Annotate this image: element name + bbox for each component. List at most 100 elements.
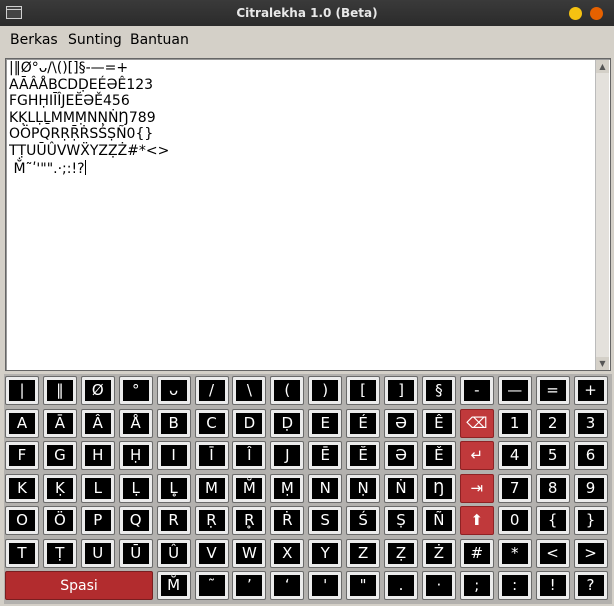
key-e-macron[interactable]: Ē [308,441,343,470]
key-f[interactable]: F [5,441,39,470]
minimize-button[interactable] [569,7,582,20]
key-o-slash[interactable]: Ø [80,376,115,405]
key-7[interactable]: 7 [497,473,532,503]
key-o-umlaut[interactable]: Ö [42,506,77,535]
key-greater-than[interactable]: > [573,538,608,568]
key-p[interactable]: P [80,506,115,535]
key-8[interactable]: 8 [535,473,570,503]
key-m[interactable]: M [194,473,229,503]
key-exclamation[interactable]: ! [535,571,570,600]
key-r[interactable]: R [156,506,191,535]
key-t-dot-below[interactable]: Ṭ [42,538,77,568]
key-t[interactable]: T [5,538,39,568]
key-z-dot-below[interactable]: Ẓ [384,538,418,568]
key-brace-close[interactable]: } [573,506,608,535]
key-pipe[interactable]: | [5,376,39,405]
key-q[interactable]: Q [118,506,153,535]
key-y[interactable]: Y [308,538,343,568]
key-middle-dot[interactable]: · [421,571,456,600]
key-schwa[interactable]: Ə [384,408,418,438]
key-x[interactable]: X [270,538,305,568]
key-l-dot-below[interactable]: Ḷ [118,473,153,503]
key-m-candrabindu-2[interactable]: M̐ [156,571,191,600]
key-asterisk[interactable]: * [497,538,532,568]
vertical-scrollbar[interactable]: ▲ ▼ [595,60,609,370]
key-6[interactable]: 6 [573,441,608,470]
close-button[interactable] [590,7,603,20]
key-d[interactable]: D [232,408,267,438]
menu-berkas[interactable]: Berkas [10,32,58,48]
key-r-ring-below[interactable]: R̥ [232,506,267,535]
key-e-circumflex[interactable]: Ê [421,408,456,438]
key-4[interactable]: 4 [497,441,532,470]
key-h[interactable]: H [80,441,115,470]
key-k-dot-below[interactable]: Ḳ [42,473,77,503]
key-j[interactable]: J [270,441,305,470]
enter-icon[interactable]: ↵ [459,441,494,470]
key-h-dot-below[interactable]: Ḥ [118,441,153,470]
key-section[interactable]: § [421,376,456,405]
key-z[interactable]: Z [346,538,381,568]
key-double-pipe[interactable]: ‖ [42,376,77,405]
backspace-icon[interactable]: ⌫ [459,408,494,438]
key-less-than[interactable]: < [535,538,570,568]
shift-icon[interactable]: ⬆ [459,506,494,535]
key-l[interactable]: L [80,473,115,503]
key-3[interactable]: 3 [573,408,608,438]
key-colon[interactable]: : [497,571,532,600]
key-k[interactable]: K [5,473,39,503]
key-i-circumflex[interactable]: Î [232,441,267,470]
key-o[interactable]: O [5,506,39,535]
key-5[interactable]: 5 [535,441,570,470]
key-backslash[interactable]: \ [232,376,267,405]
key-z-dot-above[interactable]: Ż [421,538,456,568]
key-1[interactable]: 1 [497,408,532,438]
key-g[interactable]: G [42,441,77,470]
key-tilde[interactable]: ˜ [194,571,229,600]
key-breve-below[interactable]: ᴗ [156,376,191,405]
key-schwa-2[interactable]: Ə [384,441,418,470]
key-equals[interactable]: = [535,376,570,405]
key-question[interactable]: ? [573,571,608,600]
tab-icon[interactable]: ⇥ [459,473,494,503]
key-apostrophe[interactable]: ' [308,571,343,600]
key-semicolon[interactable]: ; [459,571,494,600]
scroll-up-arrow-icon[interactable]: ▲ [596,60,609,73]
key-v[interactable]: V [194,538,229,568]
key-9[interactable]: 9 [573,473,608,503]
key-period[interactable]: . [384,571,418,600]
key-plus[interactable]: + [573,376,608,405]
key-s-acute[interactable]: Ś [346,506,381,535]
key-e[interactable]: E [308,408,343,438]
key-n-tilde[interactable]: Ñ [421,506,456,535]
key-turned-comma[interactable]: ʻ [270,571,305,600]
text-editor[interactable]: |‖Ø°ᴗ/\()[]§-—=+ AĀÂÅBCDḌEÉƏÊ123 FGHḤIĪÎJE… [5,58,611,371]
key-b[interactable]: B [156,408,191,438]
key-u-macron[interactable]: Ū [118,538,153,568]
key-a[interactable]: A [5,408,39,438]
key-c[interactable]: C [194,408,229,438]
key-eng[interactable]: Ŋ [421,473,456,503]
key-r-dot-above[interactable]: Ṙ [270,506,305,535]
key-bracket-open[interactable]: [ [346,376,381,405]
key-n-dot-below[interactable]: Ṇ [346,473,381,503]
key-hyphen[interactable]: - [459,376,494,405]
key-u[interactable]: U [80,538,115,568]
key-degree[interactable]: ° [118,376,153,405]
key-brace-open[interactable]: { [535,506,570,535]
key-u-circumflex[interactable]: Û [156,538,191,568]
key-d-dot-below[interactable]: Ḍ [270,408,305,438]
key-em-dash[interactable]: — [497,376,532,405]
menu-bantuan[interactable]: Bantuan [130,32,189,48]
key-n[interactable]: N [308,473,343,503]
key-a-ring[interactable]: Å [118,408,153,438]
key-l-ring-below[interactable]: L̥ [156,473,191,503]
key-slash[interactable]: / [194,376,229,405]
key-quote[interactable]: " [346,571,381,600]
key-e-caron[interactable]: Ě [421,441,456,470]
key-a-macron[interactable]: Ā [42,408,77,438]
editor-content[interactable]: |‖Ø°ᴗ/\()[]§-—=+ AĀÂÅBCDḌEÉƏÊ123 FGHḤIĪÎJE… [9,60,592,177]
key-r-dot-below[interactable]: Ṛ [194,506,229,535]
key-0[interactable]: 0 [497,506,532,535]
key-s-dot-below[interactable]: Ṣ [384,506,418,535]
